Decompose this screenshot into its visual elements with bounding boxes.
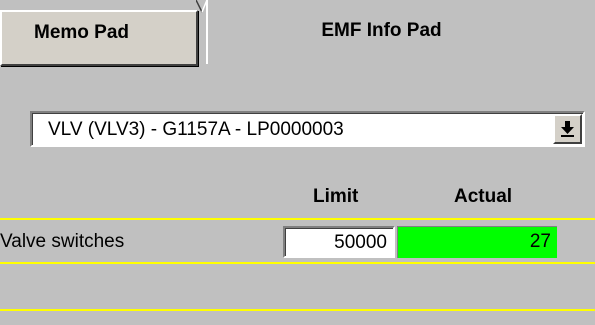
- tab-emf-info-pad[interactable]: EMF Info Pad: [206, 0, 595, 64]
- limit-field[interactable]: 50000: [283, 226, 395, 258]
- tab-memo-pad-label: Memo Pad: [34, 22, 130, 43]
- tab-emf-info-pad-label: EMF Info Pad: [321, 20, 442, 41]
- row-separator-bottom: [0, 309, 595, 311]
- row-label-valve-switches: Valve switches: [0, 231, 125, 252]
- column-header-actual: Actual: [454, 186, 513, 207]
- tab-memo-pad[interactable]: Memo Pad: [0, 10, 198, 66]
- valve-select-value: VLV (VLV3) - G1157A - LP0000003: [48, 119, 344, 140]
- row-separator-top: [0, 218, 595, 220]
- dropdown-arrow-icon: [561, 121, 574, 137]
- column-header-limit: Limit: [313, 186, 359, 207]
- row-separator-middle: [0, 262, 595, 264]
- actual-value: 27: [397, 226, 557, 258]
- valve-select[interactable]: VLV (VLV3) - G1157A - LP0000003: [30, 111, 585, 147]
- valve-select-dropdown-button[interactable]: [553, 114, 582, 144]
